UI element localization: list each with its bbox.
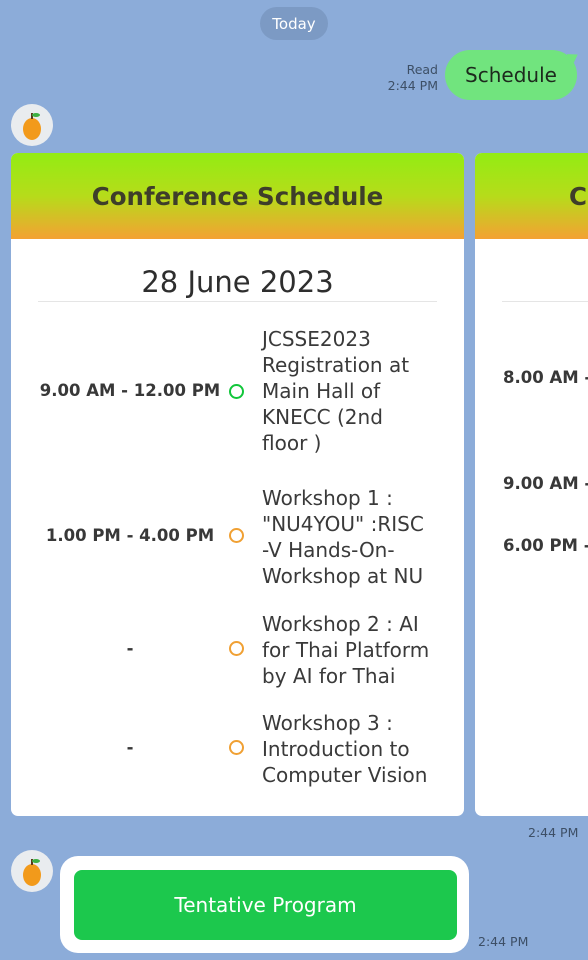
event-time: - xyxy=(126,639,134,658)
event-time: 1.00 PM - 4.00 PM xyxy=(45,526,215,545)
orange-fruit-icon xyxy=(23,859,41,886)
schedule-date: 28 June 2023 xyxy=(141,265,334,299)
event-time: 9.00 AM - xyxy=(503,474,588,493)
status-dot-icon xyxy=(229,528,244,543)
event-description: Workshop 2 : AI for Thai Platform by AI … xyxy=(262,612,430,688)
event-description: JCSSE2023 Registration at Main Hall of K… xyxy=(262,327,410,455)
bot-avatar[interactable] xyxy=(11,850,53,892)
schedule-card[interactable]: Conference Schedule 28 June 2023 9.00 AM… xyxy=(11,153,464,816)
status-dot-icon xyxy=(229,740,244,755)
bot-avatar[interactable] xyxy=(11,104,53,146)
event-time: - xyxy=(126,738,134,757)
tentative-program-button[interactable]: Tentative Program xyxy=(74,870,457,940)
user-message-bubble[interactable]: Schedule xyxy=(445,50,577,100)
read-receipt: Read 2:44 PM xyxy=(388,62,438,94)
event-description: Workshop 3 : Introduction to Computer Vi… xyxy=(262,711,428,787)
event-description: Workshop 1 : "NU4YOU" :RISC -V Hands-On-… xyxy=(262,486,424,588)
status-dot-icon xyxy=(229,641,244,656)
button-message-time: 2:44 PM xyxy=(478,934,529,949)
schedule-card-next[interactable]: C 8.00 AM - 9.00 AM - 6.00 PM - xyxy=(475,153,588,816)
read-label: Read xyxy=(406,62,438,77)
button-message-bubble: Tentative Program xyxy=(60,856,469,953)
date-divider-line xyxy=(38,301,437,302)
event-time: 9.00 AM - 12.00 PM xyxy=(39,381,221,400)
date-divider-line xyxy=(502,301,588,302)
carousel-time: 2:44 PM xyxy=(528,825,579,840)
event-time: 6.00 PM - xyxy=(503,536,588,555)
event-time: 8.00 AM - xyxy=(503,368,588,387)
message-time: 2:44 PM xyxy=(387,78,438,93)
card-title: Conference Schedule xyxy=(11,153,464,239)
status-dot-icon xyxy=(229,384,244,399)
card-title: C xyxy=(475,153,588,239)
date-divider: Today xyxy=(260,7,328,40)
orange-fruit-icon xyxy=(23,113,41,140)
